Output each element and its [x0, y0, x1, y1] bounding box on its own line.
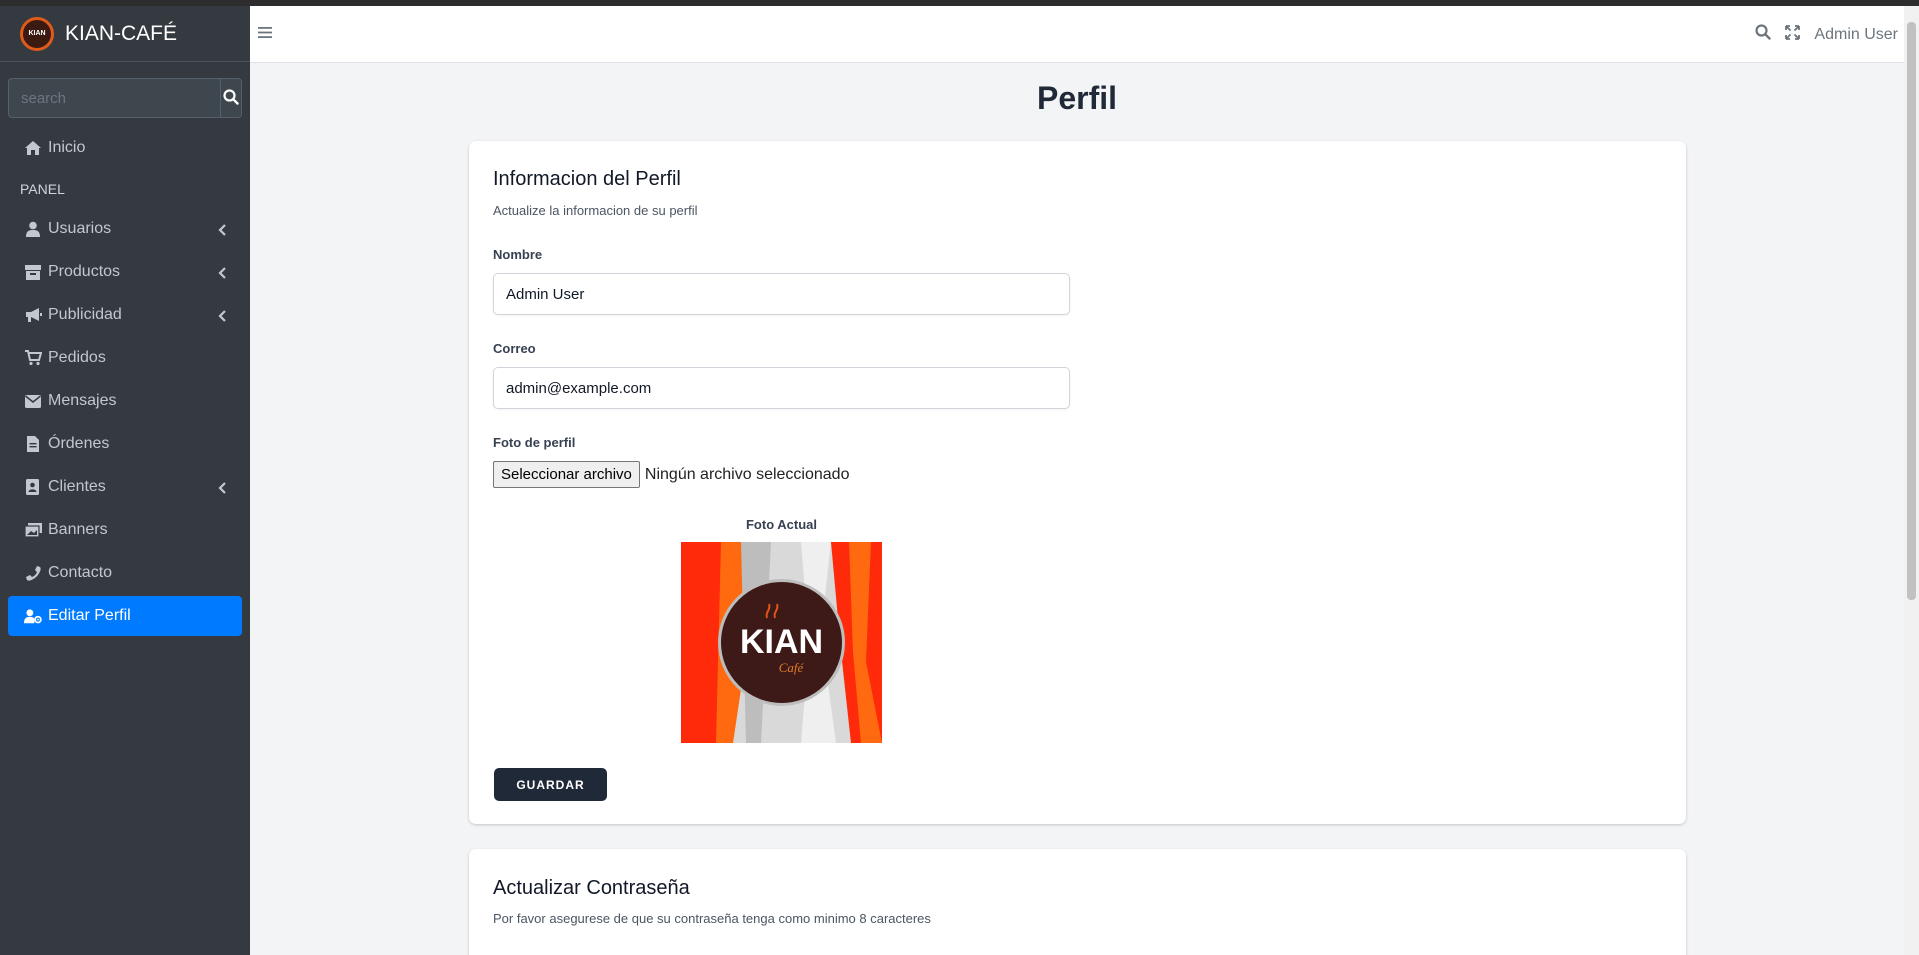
sidebar-item-label: Mensajes [48, 392, 117, 409]
hamburger-menu-icon[interactable] [258, 26, 272, 44]
sidebar-item-usuarios[interactable]: Usuarios [8, 209, 242, 249]
sidebar-item-inicio[interactable]: Inicio [8, 128, 242, 168]
megaphone-icon [24, 306, 42, 324]
current-photo-label: Foto Actual [745, 517, 817, 532]
box-icon [24, 263, 42, 281]
sidebar-item-label: Banners [48, 521, 108, 538]
brand-logo: KIAN [20, 16, 54, 51]
envelope-icon [24, 392, 42, 410]
chevron-left-icon [218, 481, 226, 499]
sidebar-item-ordenes[interactable]: Órdenes [8, 424, 242, 464]
brand-name: KIAN-CAFÉ [65, 21, 178, 45]
current-profile-photo: KIAN Café [681, 542, 882, 743]
profile-info-card: Informacion del Perfil Actualize la info… [469, 141, 1686, 824]
cart-icon [24, 349, 42, 367]
sidebar-item-label: Pedidos [48, 349, 106, 366]
photo-logo-sub: Café [779, 660, 805, 675]
user-cog-icon [24, 607, 42, 625]
select-file-button[interactable]: Seleccionar archivo [493, 461, 640, 488]
chevron-left-icon [218, 309, 226, 327]
chevron-left-icon [218, 266, 226, 284]
sidebar-nav: Inicio PANEL Usuarios Productos Publicid… [0, 128, 250, 636]
sidebar-item-productos[interactable]: Productos [8, 252, 242, 292]
address-book-icon [24, 478, 42, 496]
sidebar-item-contacto[interactable]: Contacto [8, 553, 242, 593]
fullscreen-icon[interactable] [1785, 24, 1801, 45]
file-icon [24, 435, 42, 453]
sidebar-item-pedidos[interactable]: Pedidos [8, 338, 242, 378]
sidebar-item-banners[interactable]: Banners [8, 510, 242, 550]
user-icon [24, 220, 42, 238]
sidebar-item-label: Clientes [48, 478, 106, 495]
user-menu[interactable]: Admin User [1814, 26, 1898, 44]
sidebar-search-input[interactable] [8, 78, 220, 118]
sidebar-item-label: Inicio [48, 139, 86, 156]
password-card: Actualizar Contraseña Por favor asegures… [469, 849, 1686, 955]
page-title: Perfil [1036, 80, 1118, 116]
sidebar-item-label: Editar Perfil [48, 607, 131, 624]
sidebar: KIAN KIAN-CAFÉ Inicio PANEL Usuarios [0, 6, 250, 955]
sidebar-item-label: Contacto [48, 564, 113, 581]
page-scrollbar[interactable] [1904, 6, 1919, 955]
photo-logo-main: KIAN [740, 623, 823, 661]
scrollbar-thumb[interactable] [1907, 22, 1916, 600]
home-icon [24, 139, 42, 157]
window-top-strip [0, 0, 1919, 6]
sidebar-item-clientes[interactable]: Clientes [8, 467, 242, 507]
sidebar-search-button[interactable] [220, 78, 242, 118]
sidebar-item-label: Órdenes [48, 435, 110, 452]
top-navbar: Admin User [250, 6, 1904, 63]
images-icon [24, 521, 42, 539]
email-field[interactable] [493, 367, 1070, 409]
sidebar-header-panel: PANEL [20, 181, 65, 197]
search-icon[interactable] [1755, 24, 1772, 45]
sidebar-item-label: Usuarios [48, 220, 112, 237]
sidebar-item-label: Publicidad [48, 306, 122, 323]
name-field[interactable] [493, 273, 1070, 315]
topbar-actions: Admin User [1755, 24, 1898, 45]
file-status: Ningún archivo seleccionado [644, 465, 850, 483]
brand-link[interactable]: KIAN KIAN-CAFÉ [0, 6, 250, 62]
search-icon [223, 88, 239, 108]
photo-label: Foto de perfil [493, 435, 576, 450]
email-label: Correo [493, 341, 536, 356]
profile-card-title: Informacion del Perfil [493, 168, 681, 190]
sidebar-item-editar-perfil[interactable]: Editar Perfil [8, 596, 242, 636]
sidebar-search [8, 78, 242, 118]
photo-file-input: Seleccionar archivo Ningún archivo selec… [493, 461, 849, 488]
phone-icon [24, 564, 42, 582]
name-label: Nombre [493, 247, 543, 262]
password-card-subtitle: Por favor asegurese de que su contraseña… [493, 911, 931, 926]
save-button[interactable]: GUARDAR [494, 768, 607, 801]
chevron-left-icon [218, 223, 226, 241]
password-card-title: Actualizar Contraseña [493, 877, 690, 899]
sidebar-item-label: Productos [48, 263, 121, 280]
profile-card-subtitle: Actualize la informacion de su perfil [493, 203, 698, 218]
sidebar-item-publicidad[interactable]: Publicidad [8, 295, 242, 335]
sidebar-item-mensajes[interactable]: Mensajes [8, 381, 242, 421]
